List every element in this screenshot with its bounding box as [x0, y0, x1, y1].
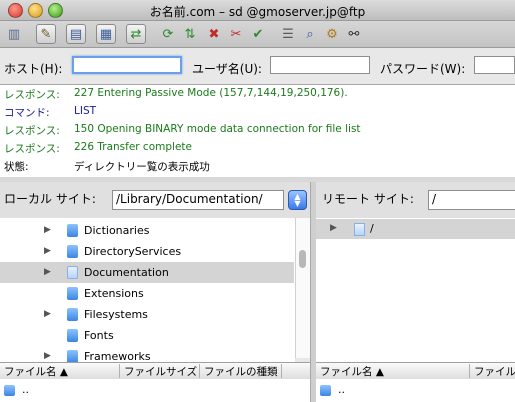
user-label: ユーザ名(U):: [192, 62, 262, 76]
folder-icon: [320, 385, 331, 396]
scrollbar-thumb[interactable]: [299, 250, 306, 268]
local-file-list-header: ファイル名 ▲ ファイルサイズ ファイルの種類: [0, 362, 310, 380]
column-filename[interactable]: ファイル名 ▲: [316, 364, 470, 378]
column-filesize[interactable]: ファイル: [470, 364, 515, 378]
toolbar: ▥ ✎ ▤ ▦ ⇄ ⟳ ⇅ ✖ ✂ ✔ ☰ ⌕ ⚙ ⚯: [0, 21, 515, 48]
toggle-remote-tree-icon[interactable]: ▦: [96, 24, 116, 44]
window-title: お名前.com – sd @gmoserver.jp@ftp: [149, 5, 366, 19]
remote-site-header: リモート サイト: /: [316, 182, 515, 218]
local-site-label: ローカル サイト:: [4, 192, 96, 206]
folder-icon: [67, 245, 78, 258]
expand-arrow-icon[interactable]: ▶: [44, 351, 51, 361]
column-filename[interactable]: ファイル名 ▲: [0, 364, 120, 378]
toggle-local-tree-icon[interactable]: ▤: [66, 24, 86, 44]
quickconnect-bar: ホスト(H): ユーザ名(U): パスワード(W):: [0, 48, 515, 85]
filter-icon[interactable]: ☰: [278, 24, 298, 44]
tree-item[interactable]: ▶ Filesystems: [0, 304, 294, 325]
password-input[interactable]: [474, 56, 515, 74]
folder-icon: [67, 287, 78, 300]
expand-arrow-icon[interactable]: ▶: [44, 267, 51, 277]
local-path-input[interactable]: /Library/Documentation/: [112, 190, 284, 210]
tree-item[interactable]: ▶ Frameworks: [0, 346, 294, 362]
compare-icon[interactable]: ⌕: [300, 24, 320, 44]
folder-icon: [67, 329, 78, 342]
tree-item[interactable]: ▶ Documentation: [0, 262, 294, 283]
folder-icon: [4, 385, 15, 396]
remote-site-label: リモート サイト:: [322, 192, 414, 206]
title-bar: お名前.com – sd @gmoserver.jp@ftp: [0, 0, 515, 21]
column-filesize[interactable]: ファイルサイズ: [120, 364, 200, 378]
process-queue-icon[interactable]: ⇅: [180, 24, 200, 44]
expand-arrow-icon[interactable]: ▶: [44, 309, 51, 319]
local-path-dropdown-icon[interactable]: ▲ ▼: [288, 190, 307, 210]
disconnect-icon[interactable]: ✂: [226, 24, 246, 44]
tree-item[interactable]: ▶ /: [316, 219, 515, 239]
toggle-queue-icon[interactable]: ⇄: [126, 24, 146, 44]
host-label: ホスト(H):: [4, 62, 63, 76]
remote-path-input[interactable]: /: [428, 190, 515, 210]
parent-directory-entry[interactable]: ..: [22, 383, 29, 396]
cancel-icon[interactable]: ✖: [204, 24, 224, 44]
sync-browse-icon[interactable]: ⚙: [322, 24, 342, 44]
user-input[interactable]: [270, 56, 370, 74]
folder-icon: [67, 224, 78, 237]
parent-directory-entry[interactable]: ..: [338, 383, 345, 396]
password-label: パスワード(W):: [380, 62, 466, 76]
site-manager-icon[interactable]: ▥: [4, 24, 24, 44]
expand-arrow-icon[interactable]: ▶: [44, 225, 51, 235]
tree-item[interactable]: Extensions: [0, 283, 294, 304]
remote-file-list: ..: [316, 379, 515, 402]
local-site-header: ローカル サイト: /Library/Documentation/ ▲ ▼: [0, 182, 310, 218]
remote-file-list-header: ファイル名 ▲ ファイル: [316, 362, 515, 380]
document-folder-icon: [67, 266, 78, 279]
local-tree-scrollbar[interactable]: [295, 218, 310, 358]
refresh-icon[interactable]: ⟳: [158, 24, 178, 44]
local-directory-tree: ▶ Dictionaries ▶ DirectoryServices ▶ Doc…: [0, 218, 295, 362]
host-input[interactable]: [72, 56, 182, 74]
local-file-list: ..: [0, 379, 310, 402]
tree-item[interactable]: ▶ Dictionaries: [0, 220, 294, 241]
expand-arrow-icon[interactable]: ▶: [330, 223, 337, 233]
tree-item[interactable]: Fonts: [0, 325, 294, 346]
expand-arrow-icon[interactable]: ▶: [44, 246, 51, 256]
reconnect-icon[interactable]: ✔: [248, 24, 268, 44]
remote-directory-tree: ▶ /: [316, 218, 515, 362]
document-folder-icon: [354, 223, 365, 236]
folder-icon: [67, 308, 78, 321]
tree-item[interactable]: ▶ DirectoryServices: [0, 241, 294, 262]
folder-icon: [67, 350, 78, 362]
message-log: レスポンス: 227 Entering Passive Mode (157,7,1…: [0, 85, 515, 178]
column-filetype[interactable]: ファイルの種類: [200, 364, 282, 378]
search-icon[interactable]: ⚯: [344, 24, 364, 44]
toggle-log-icon[interactable]: ✎: [36, 24, 56, 44]
